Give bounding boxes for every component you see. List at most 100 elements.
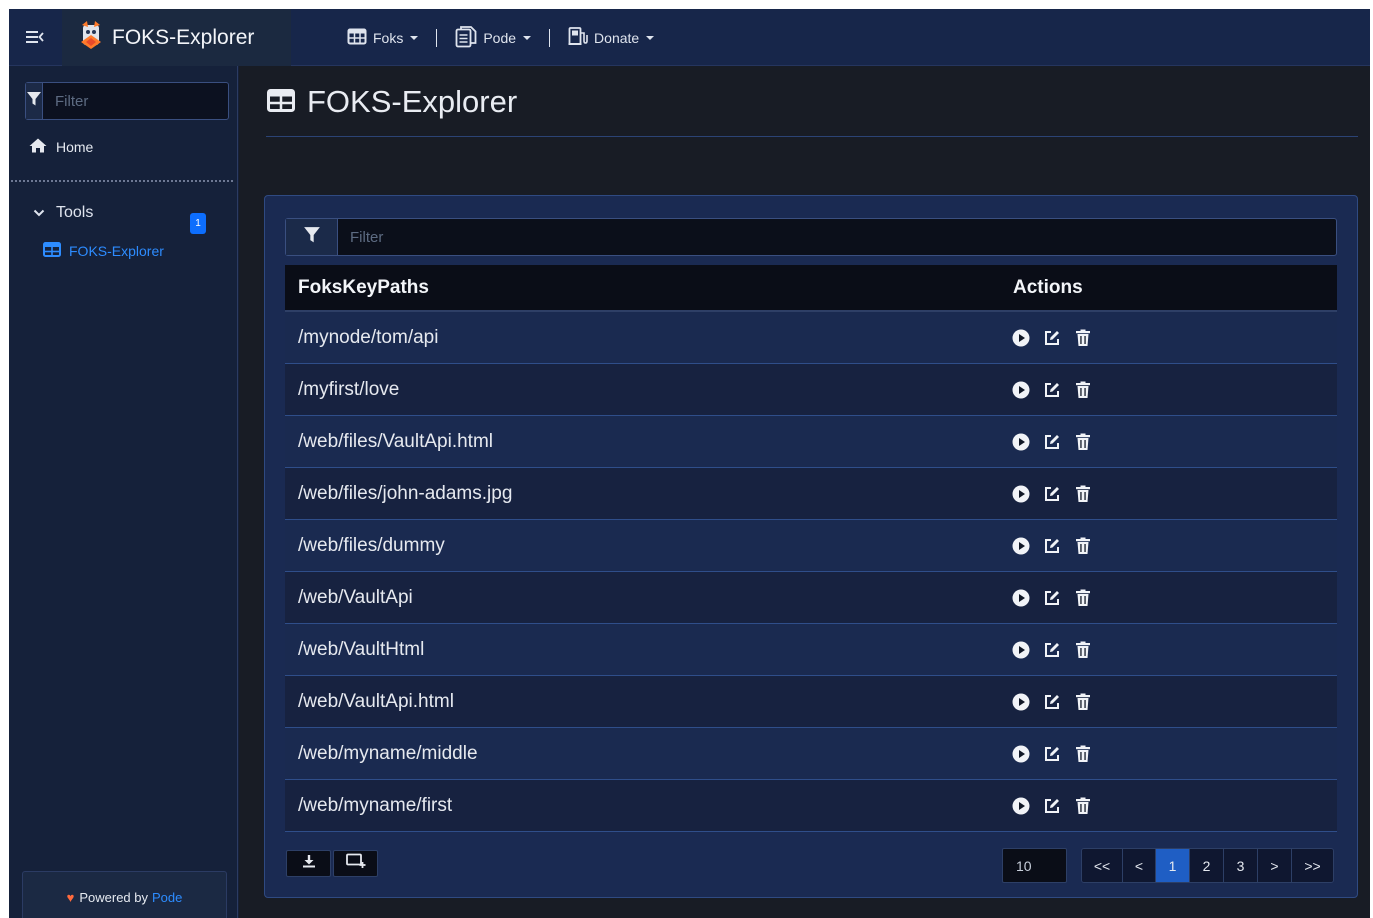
- row-actions: [1000, 432, 1337, 452]
- home-icon: [29, 138, 47, 156]
- table-row[interactable]: /web/VaultApi.html: [285, 676, 1337, 728]
- row-key-path: /web/files/john-adams.jpg: [298, 482, 513, 504]
- sidebar-divider: [11, 180, 233, 182]
- play-icon[interactable]: [1011, 796, 1031, 816]
- page-size-select[interactable]: 10: [1002, 848, 1067, 883]
- foks-table: FoksKeyPaths Actions /mynode/tom/api/myf…: [285, 265, 1337, 832]
- column-header-fokskeypaths[interactable]: FoksKeyPaths: [285, 277, 1000, 299]
- table-row[interactable]: /web/myname/first: [285, 780, 1337, 832]
- table-header: FoksKeyPaths Actions: [285, 265, 1337, 312]
- trash-icon[interactable]: [1073, 536, 1093, 556]
- play-icon[interactable]: [1011, 692, 1031, 712]
- brand-title: FOKS-Explorer: [112, 25, 255, 49]
- play-icon[interactable]: [1011, 484, 1031, 504]
- document-icon: [455, 25, 477, 51]
- nav-donate[interactable]: Donate: [566, 26, 656, 49]
- nav-foks[interactable]: Foks: [345, 28, 420, 48]
- table-filter-button[interactable]: [286, 219, 338, 255]
- trash-icon[interactable]: [1073, 432, 1093, 452]
- edit-icon[interactable]: [1042, 588, 1062, 608]
- page-button[interactable]: >: [1258, 849, 1292, 882]
- sidebar-group-tools-label: Tools: [56, 204, 94, 221]
- trash-icon[interactable]: [1073, 380, 1093, 400]
- trash-icon[interactable]: [1073, 640, 1093, 660]
- edit-icon[interactable]: [1042, 432, 1062, 452]
- edit-icon[interactable]: [1042, 484, 1062, 504]
- table-row[interactable]: /web/myname/middle: [285, 728, 1337, 780]
- edit-icon[interactable]: [1042, 328, 1062, 348]
- sidebar-group-tools[interactable]: Tools: [33, 204, 208, 222]
- table-filter-input[interactable]: [338, 219, 1336, 255]
- trash-icon[interactable]: [1073, 588, 1093, 608]
- row-key-path: /mynode/tom/api: [298, 326, 439, 348]
- play-icon[interactable]: [1011, 328, 1031, 348]
- table-row[interactable]: /web/VaultHtml: [285, 624, 1337, 676]
- brand[interactable]: FOKS-Explorer: [62, 9, 291, 66]
- powered-by-text: Powered by: [79, 889, 148, 905]
- table-row[interactable]: /web/files/VaultApi.html: [285, 416, 1337, 468]
- export-button[interactable]: [286, 850, 331, 877]
- edit-icon[interactable]: [1042, 640, 1062, 660]
- title-divider: [266, 136, 1358, 137]
- play-icon[interactable]: [1011, 588, 1031, 608]
- row-key-path: /myfirst/love: [298, 378, 400, 400]
- edit-icon[interactable]: [1042, 536, 1062, 556]
- trash-icon[interactable]: [1073, 328, 1093, 348]
- play-icon[interactable]: [1011, 380, 1031, 400]
- sidebar-filter-input[interactable]: [43, 83, 254, 119]
- row-actions: [1000, 536, 1337, 556]
- row-key-path: /web/myname/first: [298, 794, 453, 816]
- table-row[interactable]: /mynode/tom/api: [285, 312, 1337, 364]
- table-card: FoksKeyPaths Actions /mynode/tom/api/myf…: [264, 195, 1358, 898]
- edit-icon[interactable]: [1042, 380, 1062, 400]
- trash-icon[interactable]: [1073, 484, 1093, 504]
- table-tools: [286, 850, 380, 877]
- trash-icon[interactable]: [1073, 744, 1093, 764]
- top-nav: Foks Pode Donate: [345, 9, 656, 66]
- row-key-path: /web/files/dummy: [298, 534, 445, 556]
- heart-icon: ♥: [66, 889, 75, 905]
- edit-icon[interactable]: [1042, 744, 1062, 764]
- play-icon[interactable]: [1011, 744, 1031, 764]
- sidebar-item-foks-explorer[interactable]: FOKS-Explorer: [43, 242, 164, 260]
- page-button[interactable]: 2: [1190, 849, 1224, 882]
- nav-donate-label: Donate: [594, 29, 640, 46]
- page-button[interactable]: <<: [1082, 849, 1123, 882]
- nav-foks-label: Foks: [373, 29, 404, 46]
- pode-link[interactable]: Pode: [152, 890, 182, 905]
- sidebar-footer: ♥ Powered by Pode: [22, 871, 227, 918]
- row-actions: [1000, 380, 1337, 400]
- add-window-icon: [345, 853, 366, 874]
- brand-logo-icon: [78, 20, 104, 55]
- row-key-path: /web/VaultHtml: [298, 638, 425, 660]
- pagination: << <1 2 3 > >>: [1081, 848, 1334, 883]
- table-row[interactable]: /web/files/john-adams.jpg: [285, 468, 1337, 520]
- trash-icon[interactable]: [1073, 692, 1093, 712]
- play-icon[interactable]: [1011, 536, 1031, 556]
- sidebar-filter-button[interactable]: [26, 83, 43, 119]
- page-button[interactable]: <: [1123, 849, 1156, 882]
- menu-toggle-icon[interactable]: [24, 27, 46, 47]
- edit-icon[interactable]: [1042, 796, 1062, 816]
- table-body: /mynode/tom/api/myfirst/love/web/files/V…: [285, 312, 1337, 832]
- download-icon: [302, 854, 316, 873]
- top-navbar: FOKS-Explorer Foks Pode Donate: [9, 9, 1370, 66]
- donate-icon: [568, 26, 588, 49]
- play-icon[interactable]: [1011, 432, 1031, 452]
- chevron-down-icon: [523, 35, 532, 40]
- row-actions: [1000, 640, 1337, 660]
- table-row[interactable]: /myfirst/love: [285, 364, 1337, 416]
- play-icon[interactable]: [1011, 640, 1031, 660]
- filter-icon: [303, 226, 321, 249]
- edit-icon[interactable]: [1042, 692, 1062, 712]
- sidebar-item-home[interactable]: Home: [29, 138, 93, 156]
- new-item-button[interactable]: [333, 850, 378, 877]
- table-row[interactable]: /web/VaultApi: [285, 572, 1337, 624]
- page-button[interactable]: 3: [1224, 849, 1258, 882]
- page-button[interactable]: 1: [1156, 849, 1190, 882]
- table-row[interactable]: /web/files/dummy: [285, 520, 1337, 572]
- page-button[interactable]: >>: [1292, 849, 1333, 882]
- trash-icon[interactable]: [1073, 796, 1093, 816]
- sidebar-item-foks-explorer-label: FOKS-Explorer: [69, 243, 164, 259]
- nav-pode[interactable]: Pode: [453, 25, 533, 51]
